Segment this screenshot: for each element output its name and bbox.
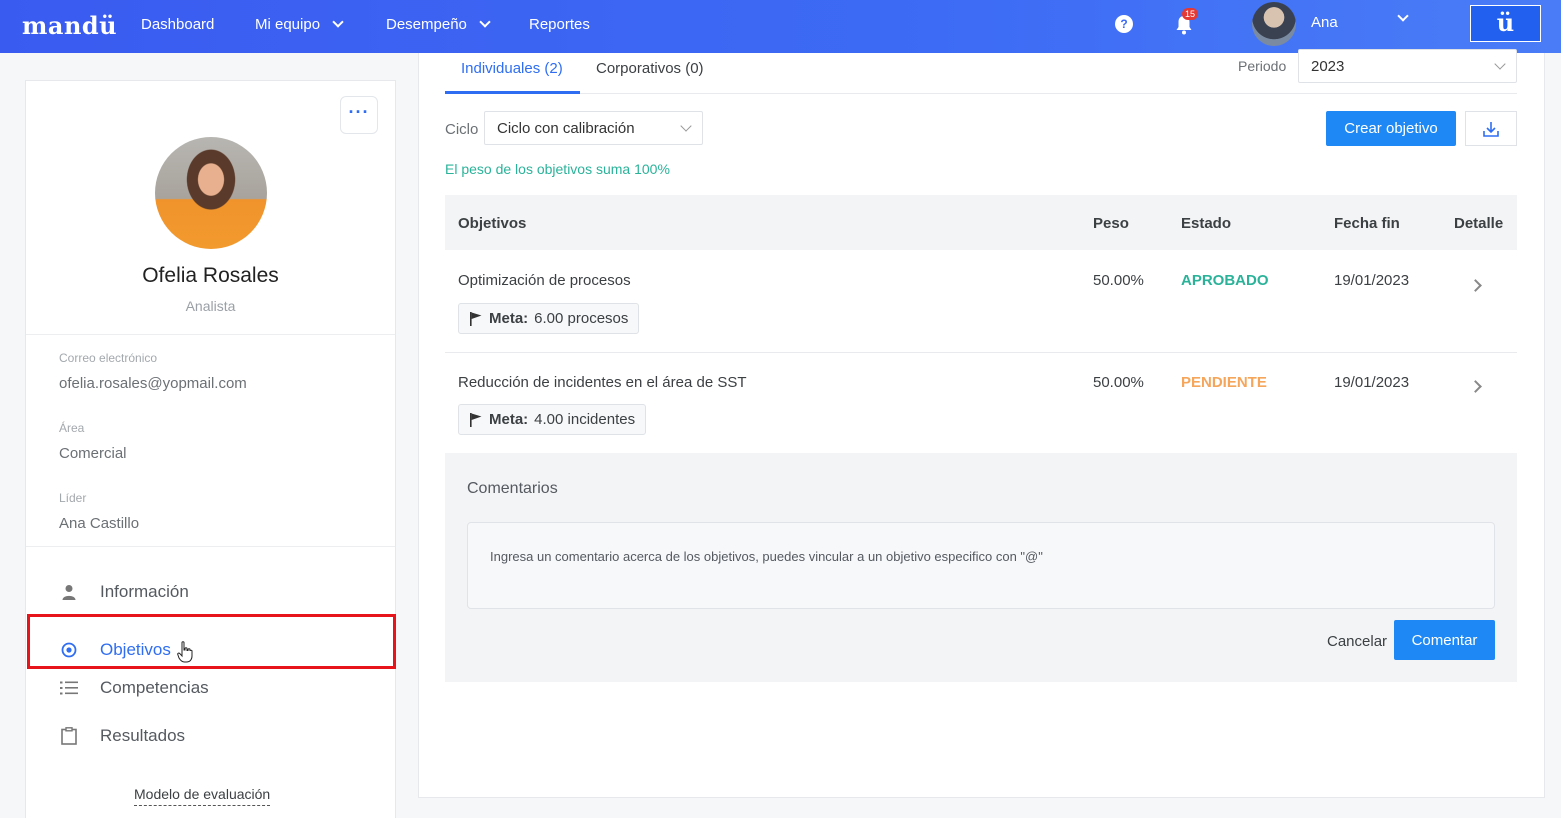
- meta-chip: Meta: 4.00 incidentes: [458, 404, 647, 435]
- tab-corporativos[interactable]: Corporativos (0): [596, 60, 704, 77]
- periodo-label: Periodo: [1238, 58, 1287, 74]
- highlight-box: [27, 614, 396, 669]
- status-badge: PENDIENTE: [1181, 374, 1267, 391]
- tab-individuales[interactable]: Individuales (2): [461, 60, 563, 77]
- meta-label: Meta:: [489, 310, 529, 327]
- header-peso: Peso: [1093, 215, 1129, 232]
- ciclo-select[interactable]: Ciclo con calibración: [484, 111, 703, 145]
- area-label: Área: [59, 421, 85, 435]
- nav-reportes[interactable]: Reportes: [529, 16, 590, 33]
- active-tab-indicator: [445, 91, 580, 94]
- nav-dashboard[interactable]: Dashboard: [141, 16, 214, 33]
- meta-chip: Meta: 6.00 procesos: [458, 303, 640, 334]
- area-value: Comercial: [59, 445, 127, 462]
- flag-icon: [470, 311, 482, 326]
- nav-desempeno-label: Desempeño: [386, 16, 467, 33]
- user-icon: [60, 583, 78, 601]
- chevron-down-icon: [1494, 57, 1506, 70]
- comments-title: Comentarios: [467, 480, 558, 497]
- download-button[interactable]: [1465, 111, 1517, 146]
- objective-weight: 50.00%: [1093, 272, 1144, 289]
- evaluation-model-link[interactable]: Modelo de evaluación: [134, 786, 271, 806]
- weight-note: El peso de los objetivos suma 100%: [445, 161, 670, 177]
- menu-item-label: Resultados: [100, 726, 186, 745]
- email-label: Correo electrónico: [59, 351, 158, 365]
- nav-reportes-label: Reportes: [529, 16, 590, 33]
- objective-end-date: 19/01/2023: [1334, 272, 1410, 289]
- profile-avatar: [155, 137, 267, 249]
- header-fecha-fin: Fecha fin: [1334, 215, 1400, 232]
- header-estado: Estado: [1181, 215, 1232, 232]
- menu-item-competencias[interactable]: Competencias: [60, 678, 209, 698]
- brand-button[interactable]: ü: [1470, 5, 1541, 42]
- divider: [26, 546, 395, 547]
- objective-name: Reducción de incidentes en el área de SS…: [458, 374, 747, 391]
- objective-name: Optimización de procesos: [458, 272, 631, 289]
- header-detalle: Detalle: [1454, 215, 1504, 232]
- more-options-button[interactable]: ···: [340, 96, 378, 134]
- chevron-down-icon: [332, 16, 344, 28]
- status-badge: APROBADO: [1181, 272, 1269, 289]
- notification-badge: 15: [1182, 8, 1199, 20]
- user-name[interactable]: Ana: [1311, 14, 1338, 31]
- comment-submit-button[interactable]: Comentar: [1394, 620, 1495, 660]
- top-navbar: mandü Dashboard Mi equipo Desempeño Repo…: [0, 0, 1561, 53]
- nav-mi-equipo-label: Mi equipo: [255, 16, 321, 33]
- menu-item-label: Competencias: [100, 678, 209, 697]
- chevron-down-icon: [479, 16, 491, 28]
- meta-value: 6.00 procesos: [534, 310, 629, 327]
- profile-name: Ofelia Rosales: [142, 264, 279, 287]
- menu-item-resultados[interactable]: Resultados: [60, 726, 185, 746]
- menu-item-informacion[interactable]: Información: [60, 582, 189, 602]
- download-icon: [1483, 121, 1499, 137]
- user-avatar[interactable]: [1252, 2, 1296, 46]
- nav-dashboard-label: Dashboard: [141, 16, 215, 33]
- flag-icon: [470, 412, 482, 427]
- menu-item-label: Información: [100, 582, 189, 601]
- list-icon: [60, 679, 78, 697]
- leader-label: Líder: [59, 491, 87, 505]
- help-icon[interactable]: ?: [1115, 15, 1133, 33]
- nav-mi-equipo[interactable]: Mi equipo: [255, 16, 344, 33]
- profile-role: Analista: [185, 298, 236, 314]
- chevron-down-icon: [680, 119, 692, 132]
- ciclo-label: Ciclo: [445, 121, 479, 138]
- ciclo-value: Ciclo con calibración: [497, 119, 635, 137]
- leader-value: Ana Castillo: [59, 515, 140, 532]
- row-divider: [445, 352, 1517, 353]
- meta-value: 4.00 incidentes: [534, 411, 636, 428]
- tabs-divider: [445, 93, 1517, 94]
- nav-desempeno[interactable]: Desempeño: [386, 16, 491, 33]
- objective-weight: 50.00%: [1093, 374, 1144, 391]
- create-objective-button[interactable]: Crear objetivo: [1326, 111, 1456, 146]
- divider: [26, 334, 395, 335]
- chevron-down-icon[interactable]: [1397, 10, 1409, 22]
- clipboard-icon: [60, 727, 78, 745]
- cancel-button[interactable]: Cancelar: [1327, 633, 1387, 650]
- header-objetivos: Objetivos: [458, 215, 527, 232]
- comment-input[interactable]: Ingresa un comentario acerca de los obje…: [467, 522, 1495, 609]
- periodo-select[interactable]: 2023: [1298, 49, 1517, 83]
- meta-label: Meta:: [489, 411, 529, 428]
- periodo-value: 2023: [1311, 57, 1345, 75]
- objective-end-date: 19/01/2023: [1334, 374, 1410, 391]
- email-value: ofelia.rosales@yopmail.com: [59, 375, 247, 392]
- mandu-logo[interactable]: mandü: [22, 11, 117, 40]
